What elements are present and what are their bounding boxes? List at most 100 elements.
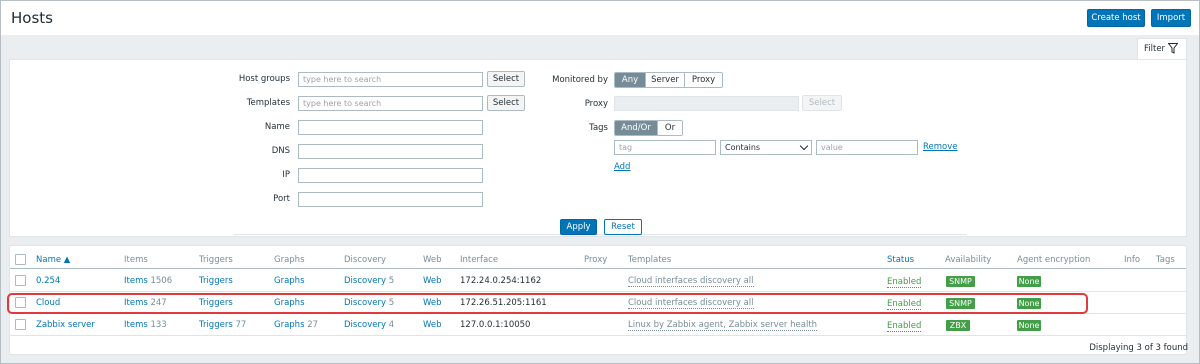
- availability-badge: SNMP: [946, 276, 975, 287]
- col-proxy: Proxy: [584, 255, 608, 265]
- items-cell: Items 133: [124, 320, 167, 330]
- host-name-link[interactable]: 0.254: [36, 276, 60, 286]
- discovery-cell: Discovery 5: [344, 276, 394, 286]
- graphs-cell: Graphs 27: [274, 320, 318, 330]
- triggers-link[interactable]: Triggers: [199, 320, 233, 330]
- col-templates: Templates: [628, 255, 672, 265]
- dns-label: DNS: [271, 146, 290, 156]
- interface-cell: 127.0.0.1:10050: [460, 320, 531, 330]
- col-interface: Interface: [460, 255, 499, 265]
- monitored-by-label: Monitored by: [552, 75, 608, 85]
- filter-tab[interactable]: Filter: [1137, 38, 1187, 60]
- templates-link[interactable]: Linux by Zabbix agent, Zabbix server hea…: [628, 320, 818, 331]
- tags-label: Tags: [589, 123, 608, 133]
- host-groups-select-button[interactable]: Select: [487, 71, 525, 87]
- filter-panel: Host groups type here to search Select T…: [9, 59, 1187, 237]
- tags-and-or[interactable]: And/Or: [615, 121, 658, 135]
- monitored-by-toggle: Any Server Proxy: [614, 72, 723, 88]
- col-tags: Tags: [1156, 255, 1175, 265]
- highlight-box: [7, 293, 1088, 314]
- discovery-cell: Discovery 4: [344, 320, 394, 330]
- web-link[interactable]: Web: [423, 276, 442, 286]
- status-toggle[interactable]: Enabled: [887, 277, 922, 288]
- col-discovery: Discovery: [344, 255, 386, 265]
- funnel-icon: [1168, 43, 1178, 54]
- monitored-by-proxy[interactable]: Proxy: [685, 73, 722, 87]
- discovery-link[interactable]: Discovery: [344, 276, 386, 286]
- host-name-link[interactable]: Zabbix server: [36, 320, 95, 330]
- add-tag-link[interactable]: Add: [614, 162, 630, 172]
- col-info: Info: [1124, 255, 1141, 265]
- discovery-count: 5: [388, 276, 395, 286]
- triggers-count: 77: [235, 320, 247, 330]
- items-cell: Items 1506: [124, 276, 172, 286]
- proxy-input: [614, 96, 799, 111]
- col-status[interactable]: Status: [887, 255, 914, 265]
- templates-select-button[interactable]: Select: [487, 95, 525, 111]
- triggers-cell: Triggers 77: [199, 320, 246, 330]
- tag-operator-value: Contains: [725, 143, 761, 152]
- discovery-link[interactable]: Discovery: [344, 320, 386, 330]
- web-link[interactable]: Web: [423, 320, 442, 330]
- table-footer-count: Displaying 3 of 3 found: [1089, 343, 1188, 353]
- apply-button[interactable]: Apply: [560, 219, 597, 235]
- interface-cell: 172.24.0.254:1162: [460, 276, 542, 286]
- host-groups-label: Host groups: [238, 74, 290, 84]
- page-header: Hosts Create host Import: [1, 1, 1199, 35]
- col-triggers: Triggers: [199, 255, 233, 265]
- col-availability: Availability: [945, 255, 992, 265]
- graphs-count: 27: [307, 320, 319, 330]
- templates-label: Templates: [246, 98, 290, 108]
- availability-badge: ZBX: [946, 320, 970, 331]
- create-host-button[interactable]: Create host: [1087, 9, 1145, 27]
- remove-tag-link[interactable]: Remove: [923, 142, 958, 152]
- items-count: 133: [150, 320, 167, 330]
- name-field[interactable]: [298, 120, 483, 135]
- graphs-link[interactable]: Graphs: [274, 320, 305, 330]
- status-toggle[interactable]: Enabled: [887, 321, 922, 332]
- col-agent-encryption: Agent encryption: [1017, 255, 1091, 265]
- encryption-badge: None: [1017, 320, 1041, 331]
- col-graphs: Graphs: [274, 255, 305, 265]
- tags-or[interactable]: Or: [658, 121, 682, 135]
- graphs-link[interactable]: Graphs: [274, 276, 305, 286]
- templates-input[interactable]: type here to search: [298, 96, 483, 111]
- proxy-select-button: Select: [802, 95, 842, 111]
- col-items: Items: [124, 255, 148, 265]
- discovery-count: 4: [388, 320, 395, 330]
- filter-tab-label: Filter: [1144, 44, 1166, 54]
- triggers-link[interactable]: Triggers: [199, 276, 233, 286]
- host-groups-input[interactable]: type here to search: [298, 72, 483, 87]
- templates-link[interactable]: Cloud interfaces discovery all: [628, 276, 754, 287]
- row-divider: [10, 291, 1186, 292]
- ip-label: IP: [282, 170, 290, 180]
- tags-evaltype-toggle: And/Or Or: [614, 120, 683, 136]
- monitored-by-any[interactable]: Any: [615, 73, 646, 87]
- monitored-by-server[interactable]: Server: [646, 73, 685, 87]
- items-link[interactable]: Items: [124, 320, 148, 330]
- tag-operator-select[interactable]: Contains: [720, 140, 812, 155]
- select-all-checkbox[interactable]: [15, 254, 26, 265]
- row-divider: [10, 335, 1186, 336]
- tag-input[interactable]: tag: [614, 140, 716, 155]
- row-checkbox[interactable]: [15, 275, 26, 286]
- filter-area: Filter Host groups type here to search S…: [9, 38, 1187, 238]
- dns-field[interactable]: [298, 144, 483, 159]
- ip-field[interactable]: [298, 168, 483, 183]
- name-label: Name: [264, 122, 290, 132]
- encryption-badge: None: [1017, 276, 1041, 287]
- items-count: 1506: [150, 276, 173, 286]
- import-button[interactable]: Import: [1151, 9, 1191, 27]
- chevron-down-icon: [799, 141, 809, 151]
- proxy-label: Proxy: [584, 99, 608, 109]
- row-checkbox[interactable]: [15, 319, 26, 330]
- header-divider: [10, 268, 1186, 269]
- col-name[interactable]: Name ▲: [36, 255, 70, 265]
- port-field[interactable]: [298, 192, 483, 207]
- tag-value-input[interactable]: value: [816, 140, 918, 155]
- port-label: Port: [273, 194, 290, 204]
- filter-divider: [234, 234, 967, 235]
- items-link[interactable]: Items: [124, 276, 148, 286]
- reset-button[interactable]: Reset: [604, 219, 642, 235]
- page-title: Hosts: [11, 9, 53, 27]
